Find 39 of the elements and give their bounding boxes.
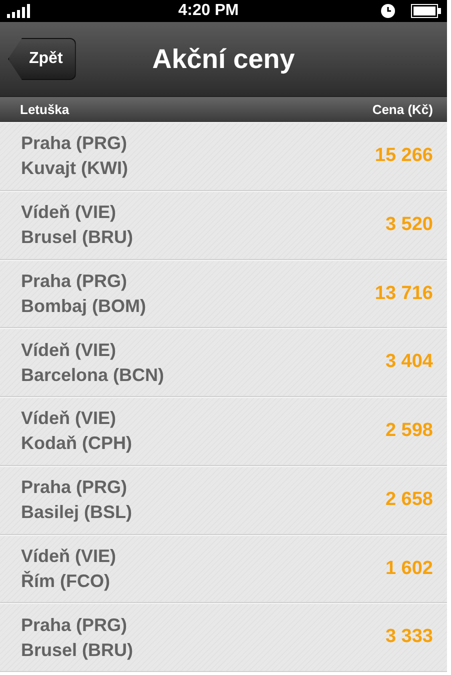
screen-title: Akční ceny bbox=[152, 42, 295, 76]
origin-city: Praha (PRG) bbox=[21, 132, 128, 156]
origin-city: Vídeň (VIE) bbox=[21, 338, 118, 362]
flight-row[interactable]: Vídeň (VIE) Barcelona (BCN) 3 404 bbox=[0, 328, 447, 397]
battery-icon bbox=[411, 4, 441, 18]
destination-city: Bombaj (BOM) bbox=[21, 294, 146, 318]
destination-city: Kodaň (CPH) bbox=[21, 432, 132, 456]
price: 1 602 bbox=[385, 556, 433, 581]
origin-city: Praha (PRG) bbox=[21, 614, 128, 637]
price: 3 404 bbox=[385, 350, 433, 374]
price: 3 520 bbox=[385, 212, 433, 237]
back-button[interactable]: Zpět bbox=[8, 38, 76, 80]
origin-city: Vídeň (VIE) bbox=[21, 544, 116, 568]
flight-row[interactable]: Vídeň (VIE) Brusel (BRU) 3 520 bbox=[0, 190, 447, 260]
price: 13 716 bbox=[374, 282, 433, 306]
destination-city: Kuvajt (KWI) bbox=[21, 157, 128, 180]
destination-city: Brusel (BRU) bbox=[21, 226, 134, 250]
flight-row[interactable]: Praha (PRG) Brusel (BRU) 3 333 bbox=[0, 603, 447, 672]
origin-city: Vídeň (VIE) bbox=[21, 201, 118, 224]
flight-row[interactable]: Praha (PRG) Basilej (BSL) 2 658 bbox=[0, 466, 447, 534]
price: 3 333 bbox=[385, 625, 433, 650]
flight-row[interactable]: Vídeň (VIE) Kodaň (CPH) 2 598 bbox=[0, 397, 447, 466]
price: 2 598 bbox=[385, 419, 433, 444]
column-header: Letuška bbox=[20, 100, 70, 119]
price: 2 658 bbox=[385, 488, 433, 512]
flight-row[interactable]: Praha (PRG) Kuvajt (KWI) 15 266 bbox=[0, 122, 447, 191]
destination-city: Basilej (BSL) bbox=[21, 501, 132, 524]
origin-city: Praha (PRG) bbox=[21, 476, 128, 500]
destination-city: Brusel (BRU) bbox=[21, 638, 134, 662]
column-header: Cena (Kč) bbox=[372, 100, 433, 119]
origin-city: Vídeň (VIE) bbox=[21, 407, 118, 430]
origin-city: Praha (PRG) bbox=[21, 270, 128, 293]
flight-row[interactable]: Praha (PRG) Bombaj (BOM) 13 716 bbox=[0, 260, 447, 328]
price: 15 266 bbox=[374, 144, 433, 168]
flight-row[interactable]: Vídeň (VIE) Řím (FCO) 1 602 bbox=[0, 534, 447, 604]
status-time: 4:20 PM bbox=[178, 1, 239, 21]
clock-icon bbox=[381, 4, 395, 18]
destination-city: Řím (FCO) bbox=[21, 570, 111, 593]
destination-city: Barcelona (BCN) bbox=[21, 364, 164, 387]
